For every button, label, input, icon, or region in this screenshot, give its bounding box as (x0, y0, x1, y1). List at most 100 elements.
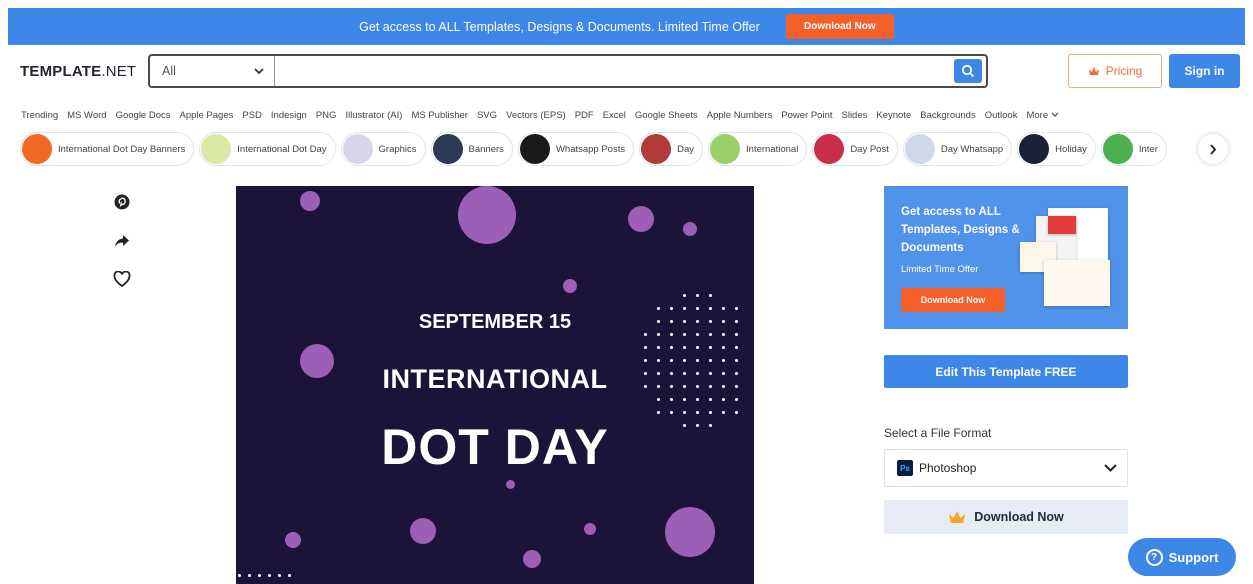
decorative-dot (670, 320, 673, 323)
chip-label: Whatsapp Posts (555, 143, 626, 155)
category-link[interactable]: PDF (575, 110, 594, 121)
related-chip[interactable]: Banners (430, 132, 513, 166)
doc-illustration (1048, 216, 1076, 234)
category-link[interactable]: Indesign (271, 110, 307, 121)
decorative-dot (696, 385, 699, 388)
chip-label: Day Whatsapp (940, 143, 1004, 155)
favorite-button[interactable] (112, 269, 132, 289)
related-chip[interactable]: International Dot Day (199, 132, 336, 166)
chevron-down-icon (1104, 464, 1117, 472)
pinterest-share-button[interactable] (112, 192, 132, 212)
doc-illustration (1044, 260, 1110, 306)
category-link[interactable]: Power Point (781, 110, 832, 121)
chip-label: Holiday (1055, 143, 1087, 155)
category-link[interactable]: PNG (316, 110, 337, 121)
promo-banner: Get access to ALL Templates, Designs & D… (8, 8, 1245, 45)
decorative-dot (644, 372, 647, 375)
category-link[interactable]: SVG (477, 110, 497, 121)
edit-template-button[interactable]: Edit This Template FREE (884, 355, 1128, 388)
category-link[interactable]: Excel (603, 110, 626, 121)
promo-text: Get access to ALL Templates, Designs & D… (359, 19, 760, 34)
chip-thumbnail (432, 134, 463, 164)
search-category-select[interactable]: All (150, 56, 275, 86)
support-button[interactable]: ? Support (1128, 538, 1236, 576)
decorative-dot (722, 411, 725, 414)
decorative-dot (523, 550, 541, 568)
template-preview[interactable]: SEPTEMBER 15 INTERNATIONAL DOT DAY (236, 186, 754, 584)
related-chip[interactable]: International (708, 132, 808, 166)
chip-label: Day (677, 143, 695, 155)
decorative-dot (683, 398, 686, 401)
related-chip[interactable]: Day Whatsapp (902, 132, 1013, 166)
decorative-dot (709, 372, 712, 375)
chips-next-button[interactable] (1198, 134, 1228, 164)
category-link[interactable]: Vectors (EPS) (506, 110, 566, 121)
decorative-dot (657, 346, 660, 349)
search-input[interactable] (275, 56, 950, 86)
decorative-dot (657, 307, 660, 310)
category-link[interactable]: Slides (842, 110, 868, 121)
category-link[interactable]: Backgrounds (920, 110, 975, 121)
related-chip[interactable]: Day Post (812, 132, 898, 166)
decorative-dot (657, 385, 660, 388)
decorative-dot (709, 359, 712, 362)
chip-thumbnail (814, 134, 845, 164)
category-link[interactable]: Keynote (876, 110, 911, 121)
related-chip[interactable]: Inter (1100, 132, 1167, 166)
decorative-dot (709, 398, 712, 401)
search-category-value: All (162, 64, 176, 78)
chevron-down-icon (254, 67, 264, 74)
category-nav: Trending MS Word Google Docs Apple Pages PSD… (21, 110, 1059, 121)
chip-label: Banners (468, 143, 504, 155)
share-arrow-icon (115, 235, 129, 247)
decorative-dot (735, 398, 738, 401)
decorative-dot (722, 385, 725, 388)
search-button[interactable] (954, 59, 982, 83)
decorative-dot (722, 333, 725, 336)
decorative-dot (458, 186, 516, 244)
category-link[interactable]: Outlook (985, 110, 1018, 121)
ad-download-button[interactable]: Download Now (901, 288, 1005, 312)
chip-label: International (746, 143, 799, 155)
category-link[interactable]: Illustrator (AI) (345, 110, 402, 121)
decorative-dot (683, 320, 686, 323)
decorative-dot (657, 359, 660, 362)
related-chip[interactable]: Holiday (1017, 132, 1096, 166)
download-now-button[interactable]: Download Now (884, 500, 1128, 534)
signin-button[interactable]: Sign in (1169, 54, 1240, 88)
decorative-dot (709, 333, 712, 336)
decorative-dot (670, 411, 673, 414)
file-format-select[interactable]: Ps Photoshop (884, 449, 1128, 487)
category-link[interactable]: MS Word (67, 110, 106, 121)
category-link[interactable]: Google Sheets (635, 110, 698, 121)
decorative-dot (735, 307, 738, 310)
related-chips: International Dot Day Banners Internation… (20, 132, 1245, 166)
promo-download-button[interactable]: Download Now (785, 14, 894, 39)
site-logo[interactable]: TEMPLATE.NET (20, 63, 136, 80)
pricing-button[interactable]: Pricing (1068, 54, 1162, 88)
category-link[interactable]: PSD (242, 110, 262, 121)
decorative-dot (709, 385, 712, 388)
related-chip[interactable]: Graphics (340, 132, 426, 166)
help-icon: ? (1145, 548, 1163, 566)
decorative-dot (288, 574, 291, 577)
chevron-down-icon (1051, 110, 1059, 121)
category-link[interactable]: More (1026, 110, 1048, 121)
category-link[interactable]: Apple Numbers (707, 110, 772, 121)
related-chip[interactable]: Day (639, 132, 704, 166)
related-chip[interactable]: Whatsapp Posts (517, 132, 635, 166)
file-format-value: Photoshop (919, 461, 977, 475)
file-format-label: Select a File Format (884, 426, 992, 440)
category-link[interactable]: Apple Pages (180, 110, 234, 121)
chevron-right-icon (1210, 143, 1217, 155)
related-chip[interactable]: International Dot Day Banners (20, 132, 195, 166)
category-link[interactable]: Google Docs (116, 110, 171, 121)
decorative-dot (696, 359, 699, 362)
category-link[interactable]: MS Publisher (411, 110, 468, 121)
decorative-dot (665, 507, 715, 557)
category-link[interactable]: Trending (21, 110, 58, 121)
decorative-dot (670, 333, 673, 336)
chip-thumbnail (641, 134, 672, 164)
chip-thumbnail (1102, 134, 1133, 164)
share-button[interactable] (112, 231, 132, 251)
